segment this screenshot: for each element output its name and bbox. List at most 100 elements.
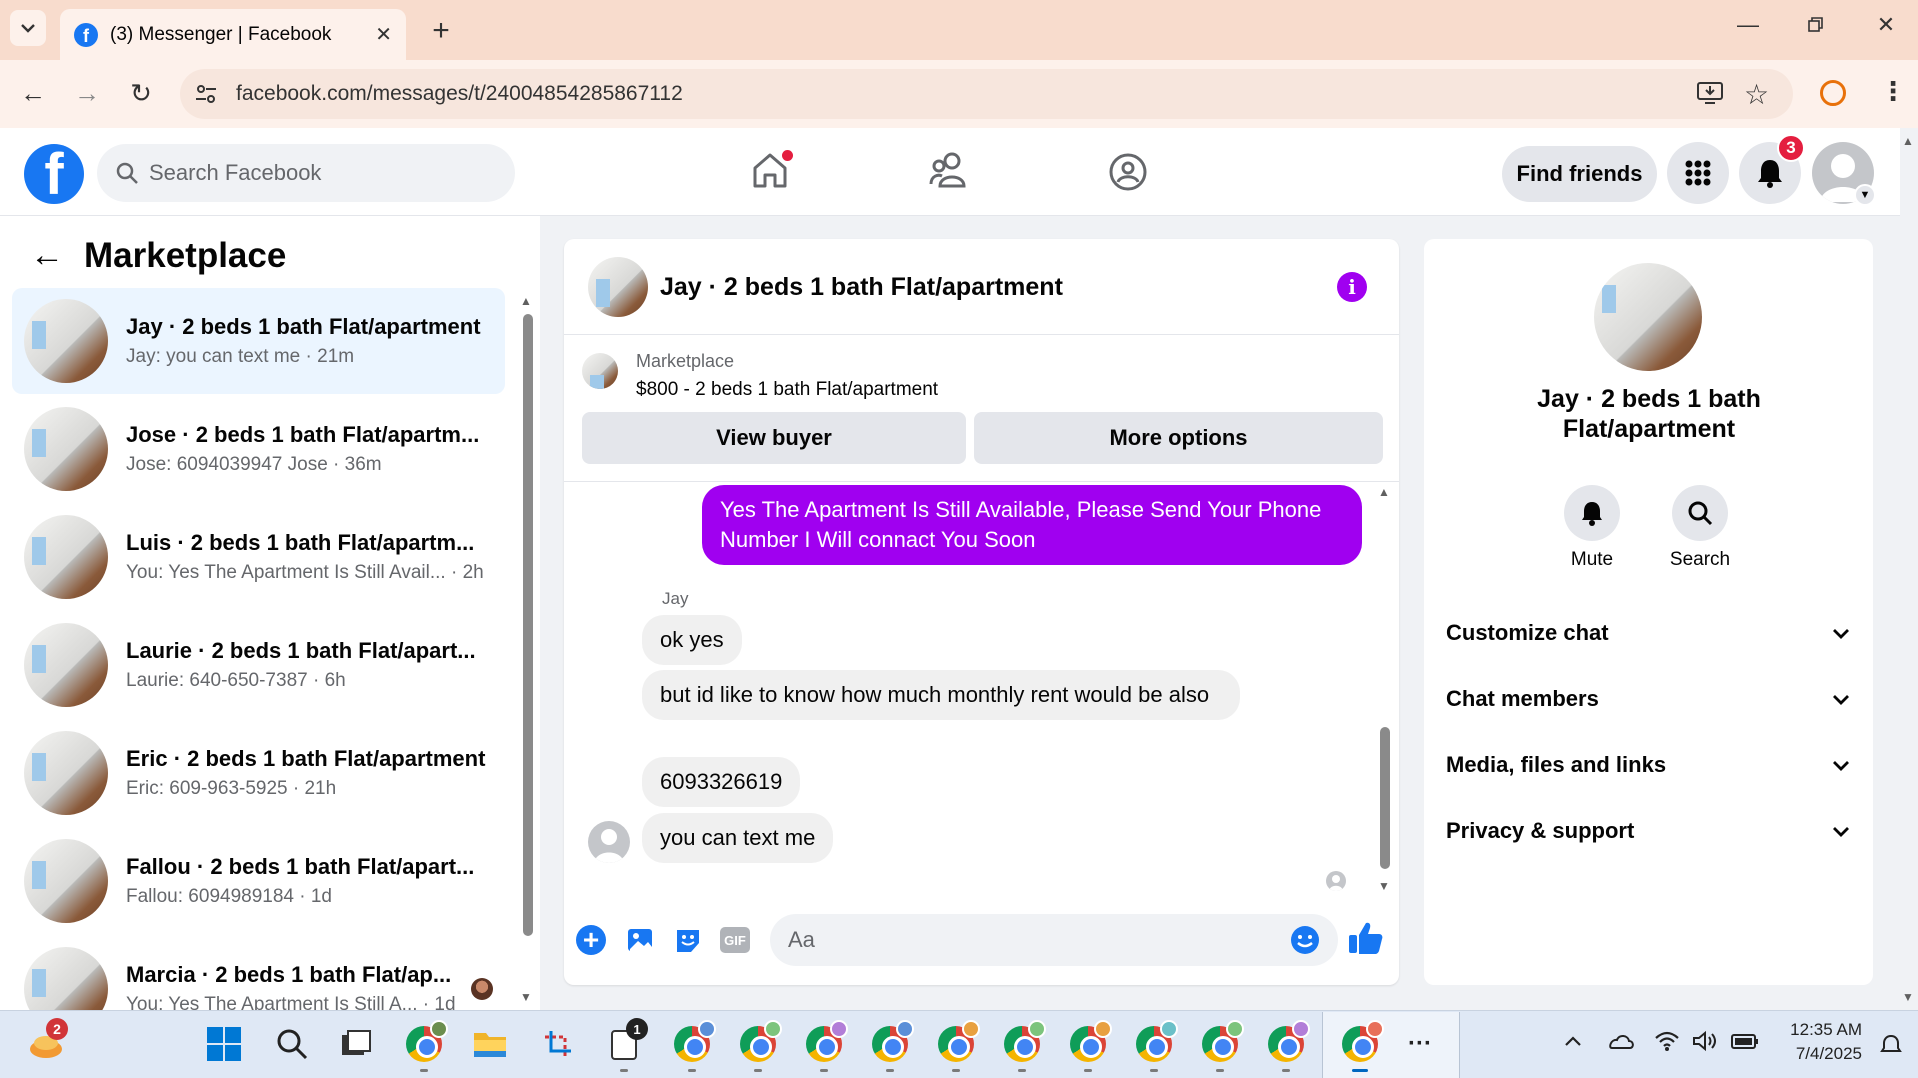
chrome-taskbar-icon[interactable] [404, 1020, 448, 1064]
start-button[interactable] [204, 1024, 244, 1064]
chrome-profile-4-icon[interactable] [870, 1020, 914, 1064]
conversation-item[interactable]: Jose · 2 beds 1 bath Flat/apartm... Jose:… [12, 396, 505, 502]
conversation-list-scrollbar[interactable] [523, 314, 533, 936]
chat-title[interactable]: Jay · 2 beds 1 bath Flat/apartment [660, 273, 1063, 302]
chrome-profile-2-icon[interactable] [738, 1020, 782, 1064]
friends-nav-icon[interactable] [928, 150, 970, 195]
profile-icon[interactable] [1820, 80, 1846, 106]
profile-avatar[interactable] [1594, 263, 1702, 371]
conversation-item[interactable]: Jay · 2 beds 1 bath Flat/apartment Jay: y… [12, 288, 505, 394]
running-indicator [620, 1069, 628, 1072]
conversation-item[interactable]: Luis · 2 beds 1 bath Flat/apartm... You: … [12, 504, 505, 610]
back-arrow-icon[interactable]: ← [30, 236, 64, 275]
chrome-active-window-icon[interactable] [1340, 1020, 1384, 1064]
conversation-item[interactable]: Fallou · 2 beds 1 bath Flat/apart... Fall… [12, 828, 505, 934]
taskbar-search-icon[interactable] [272, 1024, 312, 1064]
snipping-tool-icon[interactable] [538, 1024, 578, 1064]
chrome-profile-3-icon[interactable] [804, 1020, 848, 1064]
facebook-logo[interactable]: f [24, 144, 84, 204]
restore-button[interactable] [1796, 14, 1836, 40]
widgets-icon[interactable]: 2 [26, 1018, 68, 1064]
sticker-icon[interactable] [674, 925, 704, 960]
chat-scrollbar[interactable] [1380, 727, 1390, 869]
clock-time[interactable]: 12:35 AM [1776, 1020, 1862, 1040]
notepad-icon[interactable]: 1 [604, 1018, 648, 1064]
search-in-chat-button[interactable] [1672, 485, 1728, 541]
chrome-profile-10-icon[interactable] [1266, 1020, 1310, 1064]
url-bar[interactable]: facebook.com/messages/t/2400485428586711… [180, 69, 1793, 119]
chrome-profile-9-icon[interactable] [1200, 1020, 1244, 1064]
scroll-down-arrow[interactable]: ▼ [520, 990, 532, 1004]
find-friends-button[interactable]: Find friends [1502, 146, 1657, 202]
wifi-icon[interactable] [1654, 1030, 1680, 1057]
incoming-message-bubble[interactable]: 6093326619 [642, 757, 801, 807]
home-nav-icon[interactable] [750, 150, 793, 195]
battery-icon[interactable] [1730, 1032, 1760, 1055]
page-scroll-up-arrow[interactable]: ▲ [1902, 134, 1914, 148]
minimize-button[interactable]: — [1728, 12, 1768, 38]
site-info-icon[interactable] [194, 82, 218, 112]
volume-icon[interactable] [1692, 1030, 1720, 1057]
chat-scroll-down-arrow[interactable]: ▼ [1378, 879, 1390, 893]
groups-nav-icon[interactable] [1108, 152, 1148, 197]
chat-avatar[interactable] [588, 257, 648, 317]
listing-source: Marketplace [636, 351, 735, 371]
conversation-item[interactable]: Eric · 2 beds 1 bath Flat/apartment Eric:… [12, 720, 505, 826]
outgoing-message-bubble[interactable]: Yes The Apartment Is Still Available, Pl… [702, 485, 1362, 565]
chat-scroll-up-arrow[interactable]: ▲ [1378, 485, 1390, 499]
running-indicator [754, 1069, 762, 1072]
new-tab-button[interactable]: + [424, 14, 458, 48]
scroll-up-arrow[interactable]: ▲ [520, 294, 532, 308]
incoming-message-bubble[interactable]: you can text me [642, 813, 834, 863]
customize-chat-section[interactable]: Customize chat [1446, 608, 1850, 658]
photo-icon[interactable] [626, 925, 656, 960]
chrome-profile-7-icon[interactable] [1068, 1020, 1112, 1064]
clock-date[interactable]: 7/4/2025 [1776, 1044, 1862, 1064]
add-attachment-icon[interactable]: + [576, 925, 606, 955]
gif-icon[interactable]: GIF [720, 927, 750, 953]
chrome-profile-5-icon[interactable] [936, 1020, 980, 1064]
notifications-button[interactable]: 3 [1739, 134, 1805, 204]
message-input[interactable]: Aa [770, 914, 1338, 966]
privacy-support-section[interactable]: Privacy & support [1446, 806, 1850, 856]
back-button[interactable]: ← [16, 78, 50, 109]
incoming-message-bubble[interactable]: but id like to know how much monthly ren… [642, 670, 1240, 720]
forward-button[interactable]: → [70, 78, 104, 109]
chrome-profile-1-icon[interactable] [672, 1020, 716, 1064]
emoji-icon[interactable] [1290, 925, 1320, 960]
more-options-button[interactable]: More options [974, 412, 1383, 464]
reload-button[interactable]: ↻ [124, 78, 158, 109]
incoming-message-bubble[interactable]: ok yes [642, 615, 742, 665]
conversation-name: Luis · 2 beds 1 bath Flat/apartm... [126, 530, 475, 555]
view-buyer-button[interactable]: View buyer [582, 412, 966, 464]
task-view-icon[interactable] [336, 1024, 376, 1064]
show-hidden-icons-chevron[interactable] [1564, 1034, 1582, 1052]
conversation-item[interactable]: Laurie · 2 beds 1 bath Flat/apart... Laur… [12, 612, 505, 718]
menu-button[interactable] [1667, 142, 1729, 204]
search-input[interactable]: Search Facebook [97, 144, 515, 202]
section-label: Chat members [1446, 686, 1599, 711]
media-files-links-section[interactable]: Media, files and links [1446, 740, 1850, 790]
install-app-icon[interactable] [1696, 80, 1724, 111]
chat-info-panel: Jay · 2 beds 1 bath Flat/apartment Mute … [1424, 239, 1873, 985]
browser-tab-messenger[interactable]: f (3) Messenger | Facebook ✕ [60, 9, 406, 60]
like-thumb-icon[interactable] [1348, 921, 1384, 960]
browser-menu-icon[interactable]: ⋮ [1880, 76, 1906, 107]
mute-button[interactable] [1564, 485, 1620, 541]
conversation-item[interactable]: Marcia · 2 beds 1 bath Flat/ap... You: Ye… [12, 936, 505, 1010]
chat-members-section[interactable]: Chat members [1446, 674, 1850, 724]
info-icon[interactable]: i [1337, 272, 1367, 302]
more-apps-icon[interactable]: ··· [1408, 1030, 1432, 1058]
chrome-profile-8-icon[interactable] [1134, 1020, 1178, 1064]
page-scroll-down-arrow[interactable]: ▼ [1902, 990, 1914, 1004]
notification-center-icon[interactable] [1880, 1034, 1902, 1061]
chrome-profile-6-icon[interactable] [1002, 1020, 1046, 1064]
bookmark-star-icon[interactable]: ☆ [1744, 78, 1769, 111]
account-chevron-icon[interactable]: ▼ [1854, 184, 1876, 206]
file-explorer-icon[interactable] [470, 1024, 510, 1064]
tab-search-button[interactable] [10, 10, 46, 46]
close-window-button[interactable]: ✕ [1866, 12, 1906, 38]
onedrive-icon[interactable] [1606, 1032, 1634, 1055]
close-tab-icon[interactable]: ✕ [375, 22, 392, 47]
panel-title: Marketplace [84, 236, 287, 275]
